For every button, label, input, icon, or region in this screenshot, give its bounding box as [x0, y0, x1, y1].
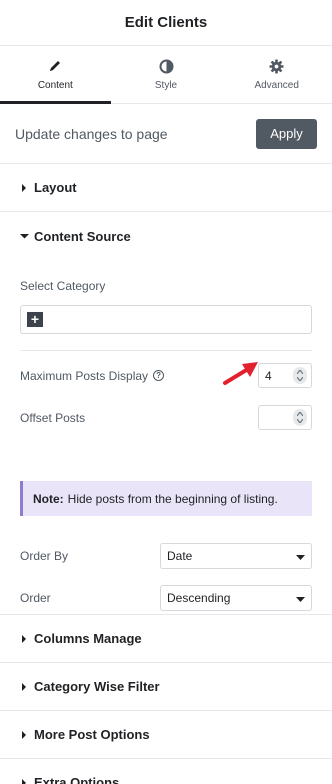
- offset-posts-row: Offset Posts: [20, 405, 312, 430]
- max-posts-row: Maximum Posts Display ? 4: [20, 363, 312, 388]
- order-by-label: Order By: [20, 549, 69, 563]
- note-label: Note:: [33, 491, 64, 506]
- section-category-wise-filter[interactable]: Category Wise Filter: [0, 663, 332, 711]
- section-more-post-options[interactable]: More Post Options: [0, 711, 332, 759]
- offset-posts-stepper[interactable]: [293, 409, 307, 426]
- gear-icon: [269, 58, 285, 74]
- caret-right-icon: [20, 730, 34, 739]
- max-posts-label: Maximum Posts Display: [20, 368, 149, 383]
- caret-right-icon: [20, 634, 34, 643]
- section-content-source-title: Content Source: [34, 228, 131, 244]
- order-select[interactable]: Descending: [160, 585, 312, 611]
- order-by-row: Order By Date: [20, 543, 312, 569]
- section-more-post-options-title: More Post Options: [34, 727, 150, 742]
- tab-style[interactable]: Style: [111, 46, 222, 103]
- update-text: Update changes to page: [15, 125, 168, 142]
- content-source-body: Select Category + Maximum Posts Display …: [0, 260, 332, 615]
- pencil-icon: [47, 58, 63, 74]
- tab-advanced-label: Advanced: [254, 80, 299, 91]
- section-content-source[interactable]: Content Source: [0, 212, 332, 260]
- offset-posts-label: Offset Posts: [20, 410, 86, 425]
- select-category-label: Select Category: [20, 279, 106, 293]
- section-layout[interactable]: Layout: [0, 164, 332, 212]
- order-label: Order: [20, 591, 51, 605]
- chevron-down-icon: [296, 591, 305, 605]
- contrast-icon: [158, 58, 174, 74]
- caret-right-icon: [20, 682, 34, 691]
- update-bar: Update changes to page Apply: [0, 104, 332, 164]
- help-icon[interactable]: ?: [153, 370, 165, 381]
- panel-title: Edit Clients: [124, 14, 208, 31]
- section-category-wise-filter-title: Category Wise Filter: [34, 679, 160, 694]
- apply-button[interactable]: Apply: [256, 118, 317, 149]
- section-columns-manage[interactable]: Columns Manage: [0, 615, 332, 663]
- tab-style-label: Style: [154, 80, 178, 91]
- divider: [20, 350, 312, 351]
- tab-advanced[interactable]: Advanced: [221, 46, 332, 103]
- caret-right-icon: [20, 183, 34, 192]
- note-text: Hide posts from the beginning of listing…: [67, 491, 278, 506]
- info-note: Note: Hide posts from the beginning of l…: [20, 481, 312, 516]
- tab-bar: Content Style Advanced: [0, 46, 332, 104]
- chevron-down-icon: [296, 549, 305, 563]
- max-posts-input[interactable]: 4: [258, 363, 312, 388]
- order-by-select[interactable]: Date: [160, 543, 312, 569]
- section-columns-manage-title: Columns Manage: [34, 631, 142, 646]
- panel-header: Edit Clients: [0, 0, 332, 46]
- category-select-box[interactable]: +: [20, 305, 312, 334]
- offset-posts-input[interactable]: [258, 405, 312, 430]
- annotation-arrow-icon: [223, 362, 258, 385]
- tab-content[interactable]: Content: [0, 46, 111, 104]
- section-extra-options-title: Extra Options: [34, 775, 120, 784]
- caret-right-icon: [20, 778, 34, 784]
- order-row: Order Descending: [20, 585, 312, 611]
- tab-content-label: Content: [37, 80, 73, 91]
- section-layout-title: Layout: [34, 180, 77, 195]
- add-category-button[interactable]: +: [27, 312, 43, 327]
- order-value: Descending: [167, 591, 231, 605]
- max-posts-value: 4: [265, 368, 272, 383]
- order-by-value: Date: [167, 549, 193, 563]
- section-extra-options[interactable]: Extra Options: [0, 759, 332, 784]
- max-posts-stepper[interactable]: [293, 367, 307, 384]
- caret-down-icon: [20, 232, 34, 240]
